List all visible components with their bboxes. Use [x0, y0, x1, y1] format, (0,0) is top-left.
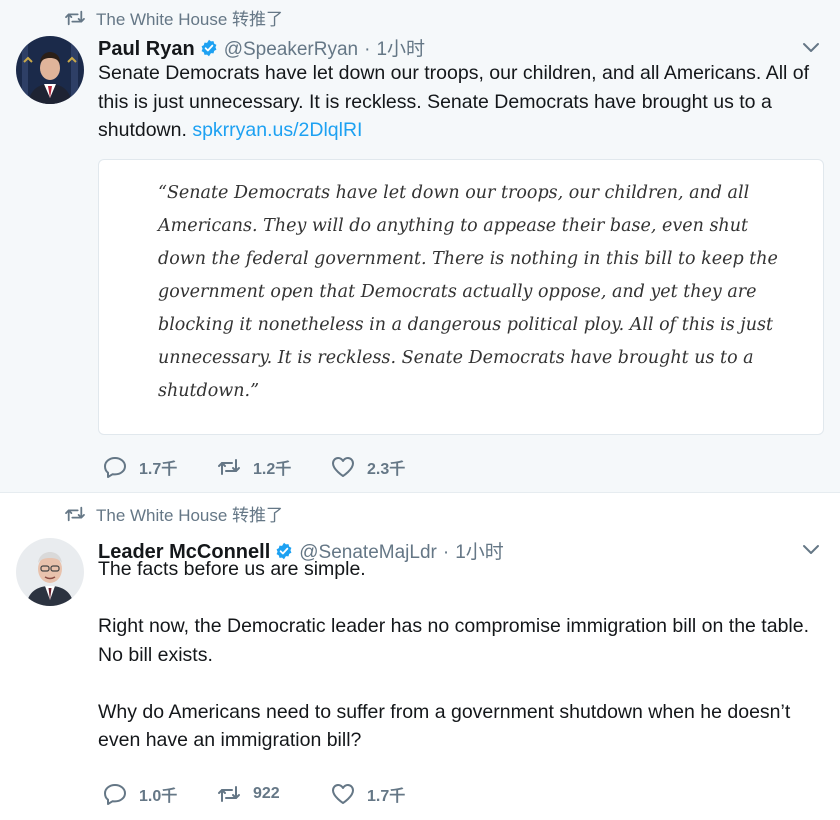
like-button[interactable]: 2.3千 — [331, 455, 431, 479]
quote-card[interactable]: “Senate Democrats have let down our troo… — [98, 159, 824, 435]
tweet-leader-mcconnell[interactable]: The White House 转推了 Leader McConnell @Se… — [0, 493, 840, 820]
reply-icon — [104, 457, 126, 478]
like-icon — [332, 457, 354, 477]
reply-icon — [104, 784, 126, 805]
reply-count: 1.0千 — [139, 788, 178, 805]
verified-badge-icon — [201, 39, 217, 57]
chevron-down-icon[interactable] — [802, 42, 820, 54]
tweet-header: Paul Ryan @SpeakerRyan · 1小时 — [98, 34, 425, 61]
avatar-image — [16, 538, 84, 606]
timestamp[interactable]: 1小时 — [376, 34, 425, 61]
retweet-count: 1.2千 — [253, 461, 292, 478]
reply-button[interactable]: 1.0千 — [103, 782, 217, 806]
paragraph-spacer — [98, 584, 828, 613]
author-handle[interactable]: @SpeakerRyan — [224, 39, 358, 61]
tweet-actions: 1.0千 922 1.7千 — [103, 782, 431, 806]
retweet-icon — [218, 786, 240, 802]
like-button[interactable]: 1.7千 — [331, 782, 431, 806]
like-count: 1.7千 — [367, 788, 406, 805]
reply-button[interactable]: 1.7千 — [103, 455, 217, 479]
author-name[interactable]: Paul Ryan — [98, 38, 195, 61]
retweet-button[interactable]: 922 — [217, 783, 331, 805]
retweet-icon — [65, 10, 85, 25]
avatar[interactable] — [16, 36, 84, 104]
tweet-paragraph: Why do Americans need to suffer from a g… — [98, 700, 791, 752]
separator-dot: · — [364, 39, 371, 60]
like-count: 2.3千 — [367, 461, 406, 478]
quote-card-text: “Senate Democrats have let down our troo… — [158, 183, 778, 401]
paragraph-spacer — [98, 669, 828, 698]
tweet-paragraph: Right now, the Democratic leader has no … — [98, 615, 810, 666]
tweet-link[interactable]: spkrryan.us/2DlqlRI — [192, 119, 362, 141]
avatar[interactable] — [16, 538, 84, 606]
tweet-actions: 1.7千 1.2千 2.3千 — [103, 455, 431, 479]
retweet-count: 922 — [253, 785, 280, 802]
tweet-paul-ryan[interactable]: The White House 转推了 Paul Ryan @SpeakerRy… — [0, 0, 840, 493]
retweet-context-label: The White House 转推了 — [96, 10, 284, 29]
retweet-icon — [218, 459, 240, 475]
retweet-button[interactable]: 1.2千 — [217, 455, 331, 479]
retweet-icon — [65, 506, 85, 521]
tweet-text: Senate Democrats have let down our troop… — [98, 59, 828, 145]
retweet-context-label: The White House 转推了 — [96, 506, 284, 525]
tweet-text: The facts before us are simple. Right no… — [98, 555, 828, 755]
retweet-context[interactable]: The White House 转推了 — [64, 501, 283, 526]
retweet-context[interactable]: The White House 转推了 — [64, 5, 283, 30]
reply-count: 1.7千 — [139, 461, 178, 478]
tweet-paragraph: The facts before us are simple. — [98, 558, 366, 580]
avatar-image — [16, 36, 84, 104]
like-icon — [332, 784, 354, 804]
